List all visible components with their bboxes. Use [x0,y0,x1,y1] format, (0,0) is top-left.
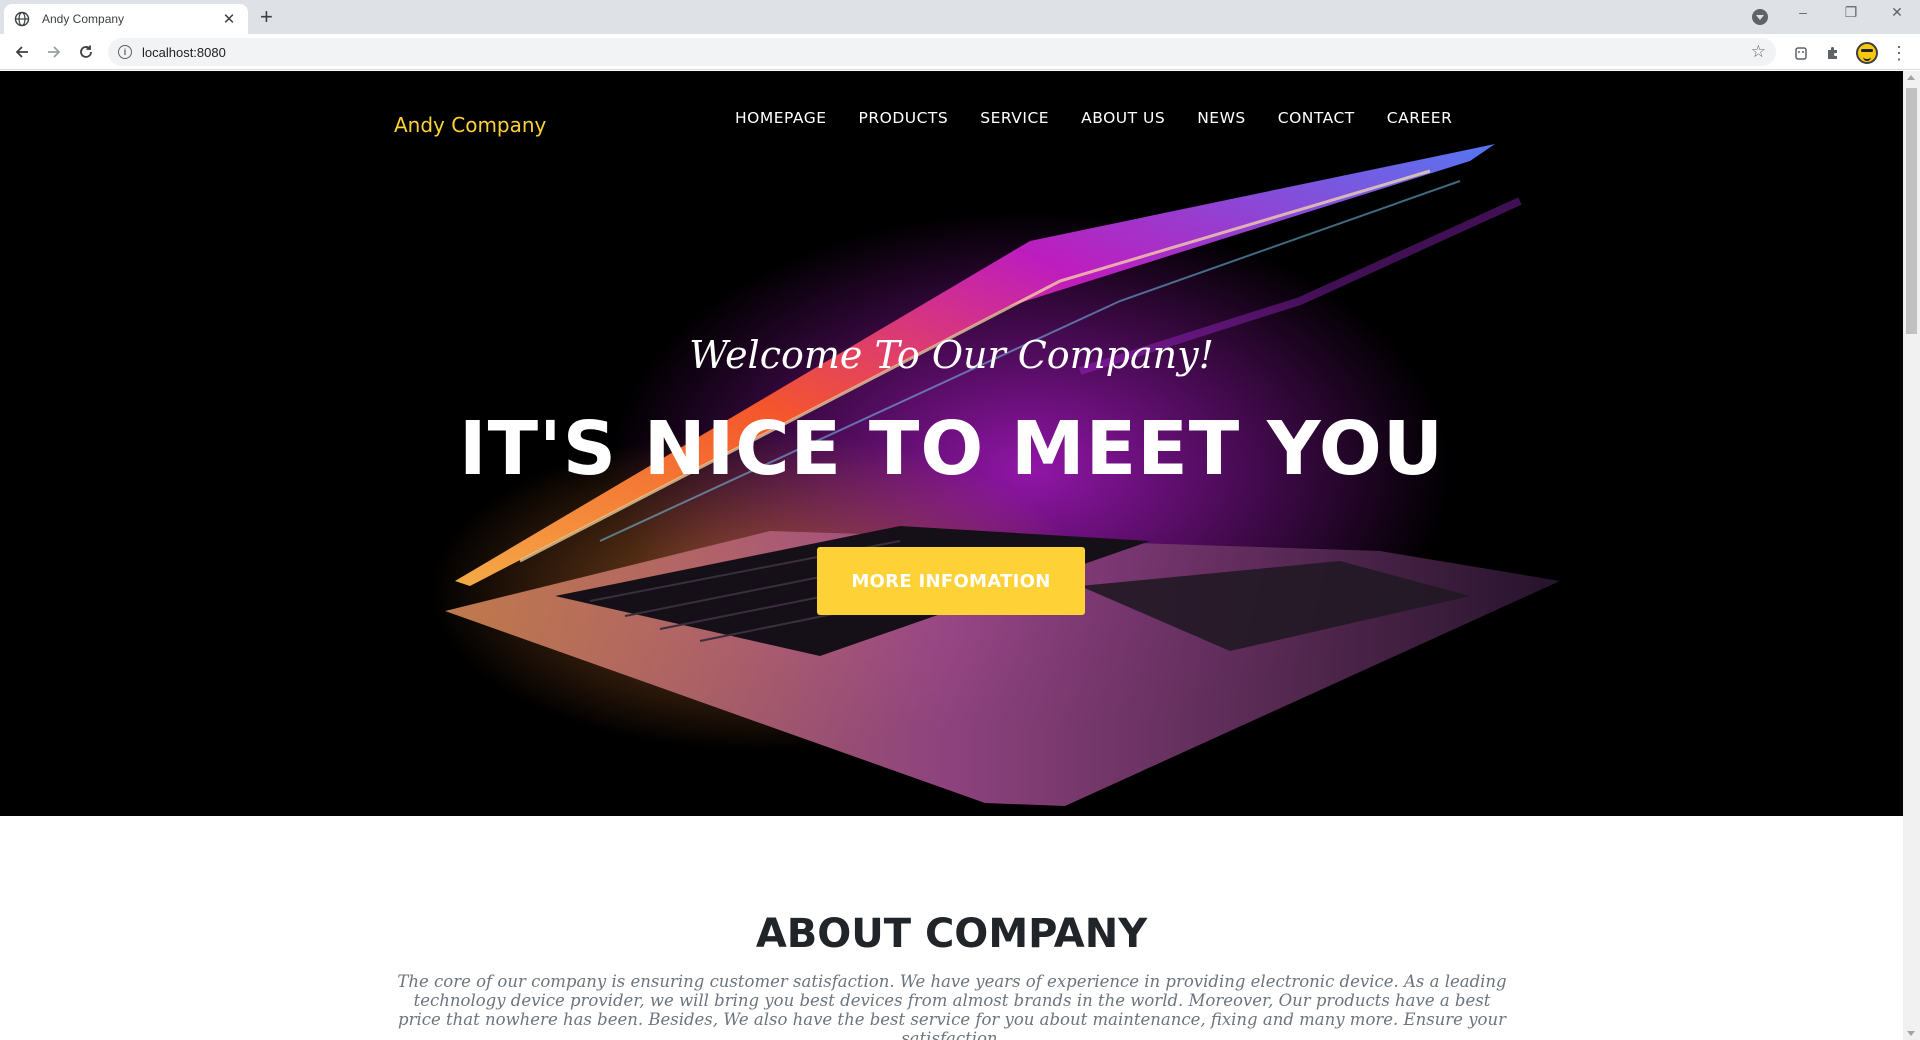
new-tab-button[interactable]: + [260,5,273,29]
forward-arrow-icon[interactable] [42,40,66,64]
tab-search-icon[interactable] [1752,9,1768,25]
tab-title: Andy Company [42,12,125,26]
bookmark-star-icon[interactable]: ☆ [1751,42,1766,62]
nav-about-us[interactable]: ABOUT US [1081,109,1165,127]
hero-section: Andy Company HOMEPAGE PRODUCTS SERVICE A… [0,71,1903,816]
back-arrow-icon[interactable] [10,40,34,64]
puzzle-extensions-icon[interactable] [1824,44,1842,62]
nav-homepage[interactable]: HOMEPAGE [735,109,827,127]
scroll-up-arrow-icon[interactable] [1907,75,1915,80]
extension-icon[interactable] [1792,44,1810,62]
browser-tab[interactable]: Andy Company ✕ [4,4,248,34]
minimize-button[interactable]: – [1788,4,1818,20]
address-bar[interactable]: i localhost:8080 ☆ [108,38,1776,66]
nav-service[interactable]: SERVICE [980,109,1049,127]
scrollbar-thumb[interactable] [1906,88,1917,334]
hero-title: IT'S NICE TO MEET YOU [459,406,1444,492]
hero-subtitle: Welcome To Our Company! [689,333,1214,377]
reload-icon[interactable] [74,40,98,64]
restore-button[interactable]: ❐ [1836,4,1866,21]
profile-avatar[interactable] [1856,42,1878,64]
url-text[interactable]: localhost:8080 [142,45,226,60]
page-viewport: Andy Company HOMEPAGE PRODUCTS SERVICE A… [0,71,1903,1040]
nav-news[interactable]: NEWS [1197,109,1246,127]
nav-contact[interactable]: CONTACT [1278,109,1355,127]
more-information-button[interactable]: MORE INFOMATION [817,547,1085,615]
browser-tab-bar: Andy Company ✕ + – ❐ ✕ [0,0,1920,34]
page-scrollbar[interactable] [1903,71,1920,1040]
browser-toolbar: i localhost:8080 ☆ ⋮ [0,34,1920,70]
about-title: ABOUT COMPANY [755,911,1148,957]
browser-menu-icon[interactable]: ⋮ [1890,43,1908,64]
nav-products[interactable]: PRODUCTS [859,109,949,127]
brand-logo[interactable]: Andy Company [394,113,546,137]
close-tab-icon[interactable]: ✕ [220,10,238,28]
about-text: The core of our company is ensuring cust… [397,972,1507,1040]
globe-icon [14,11,30,27]
close-window-button[interactable]: ✕ [1882,4,1912,21]
info-icon[interactable]: i [118,45,132,59]
main-nav: HOMEPAGE PRODUCTS SERVICE ABOUT US NEWS … [735,109,1452,127]
scroll-down-arrow-icon[interactable] [1907,1031,1915,1036]
nav-career[interactable]: CAREER [1387,109,1453,127]
